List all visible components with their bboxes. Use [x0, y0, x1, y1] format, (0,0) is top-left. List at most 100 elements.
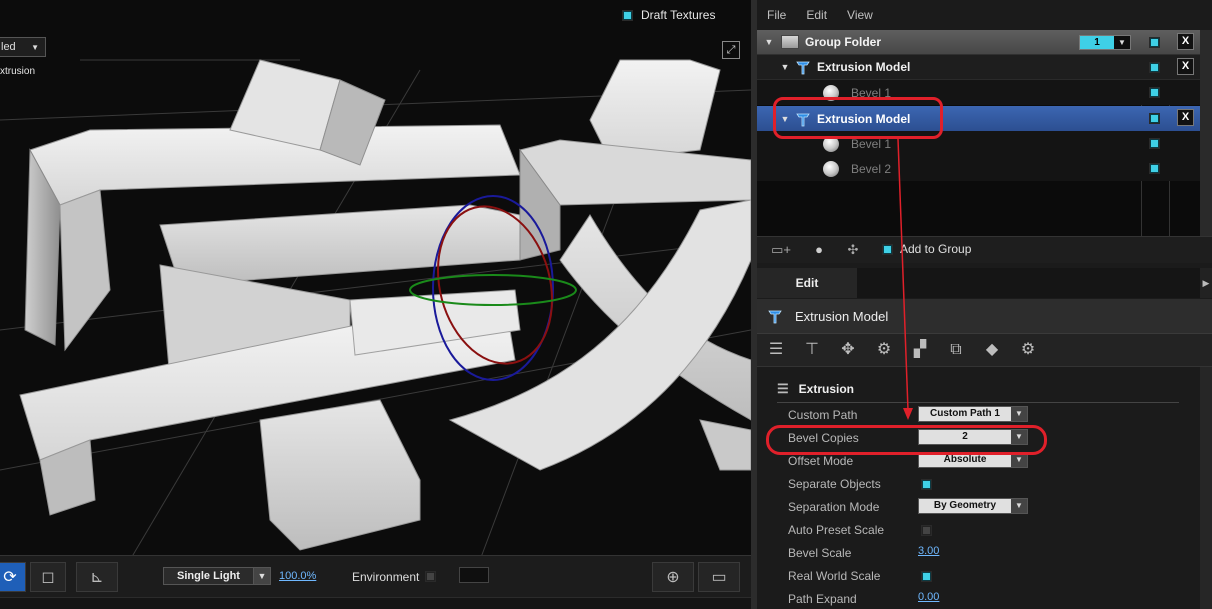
properties-scrollbar[interactable] [1200, 367, 1212, 609]
delete-button[interactable]: X [1177, 58, 1194, 75]
separation-mode-dropdown[interactable]: By Geometry ▼ [918, 498, 1028, 514]
properties-panel: ☰ Extrusion Custom Path Custom Path 1 ▼ … [757, 367, 1200, 609]
edit-tools-bar: ☰ ⊤ ✥ ⚙ ▞ ⧉ ◆ ⚙ [757, 334, 1212, 367]
chevron-down-icon: ▼ [1011, 499, 1027, 513]
new-folder-icon[interactable]: ▭+ [771, 241, 791, 259]
chevron-down-icon: ▼ [1011, 407, 1027, 421]
viewport-toolbar: ⟳ ◻ ⊾ Single Light ▼ 100.0% Environment … [0, 555, 751, 598]
add-to-group-checkbox[interactable] [882, 243, 893, 255]
rotate-icon[interactable]: ⟳ [0, 562, 26, 592]
add-to-group-label: Add to Group [900, 242, 972, 256]
tree-scrollbar[interactable] [1200, 30, 1212, 236]
move-icon[interactable]: ✥ [837, 340, 859, 360]
delete-button[interactable]: X [1177, 33, 1194, 50]
layer-number-dropdown[interactable]: 1 ▼ [1079, 35, 1131, 50]
expand-icon[interactable]: ▼ [779, 62, 791, 72]
chevron-down-icon: ▼ [1011, 453, 1027, 467]
chevron-right-icon[interactable]: ▶ [1200, 268, 1212, 298]
prop-path-expand: Path Expand 0.00 [788, 589, 1188, 609]
visibility-checkbox[interactable] [1149, 87, 1160, 98]
prop-real-world-scale: Real World Scale [788, 566, 1188, 586]
extrusion-section-header[interactable]: ☰ Extrusion [777, 381, 854, 397]
prop-custom-path: Custom Path Custom Path 1 ▼ [788, 405, 1188, 425]
lighting-dropdown[interactable]: Single Light ▼ [163, 567, 271, 585]
3d-viewport[interactable]: Draft Textures led ▼ xtrusion ⤢ ⟳ ◻ ⊾ Si… [0, 0, 751, 609]
bevel-sphere-icon [823, 160, 839, 177]
tree-row-label: Group Folder [805, 35, 881, 49]
tree-row-extrusion-model[interactable]: ▼ Extrusion Model X [757, 55, 1200, 80]
zoom-level[interactable]: 100.0% [279, 570, 316, 582]
expand-icon[interactable]: ▼ [763, 37, 775, 47]
visibility-checkbox[interactable] [1149, 62, 1160, 73]
object-name-label: xtrusion [0, 66, 36, 77]
frame-icon[interactable]: ◻ [30, 562, 66, 592]
monitor-icon[interactable]: ▭ [698, 562, 740, 592]
settings-icon[interactable]: ⚙ [1017, 340, 1039, 360]
tree-row-bevel[interactable]: Bevel 2 [757, 156, 1200, 181]
extrusion-icon: ☰ [777, 381, 789, 396]
section-divider [777, 402, 1179, 403]
scene-panel: File Edit View ▼ Group Folder 1 ▼ X ▼ Ex… [757, 0, 1212, 609]
menu-file[interactable]: File [757, 0, 796, 30]
dropdown-value: Custom Path 1 [929, 408, 1000, 419]
shader-icon[interactable]: ✣ [843, 241, 863, 259]
prop-separate-objects: Separate Objects [788, 474, 1188, 494]
extrusion-icon[interactable]: ☰ [765, 340, 787, 360]
extrusion-model-icon [768, 310, 782, 324]
environment-checkbox[interactable] [425, 571, 436, 582]
environment-color-swatch[interactable] [459, 567, 489, 583]
prop-label: Real World Scale [788, 569, 881, 583]
bevel-scale-value[interactable]: 3.00 [918, 545, 939, 557]
chevron-down-icon: ▼ [1118, 38, 1126, 47]
prop-separation-mode: Separation Mode By Geometry ▼ [788, 497, 1188, 517]
environment-label: Environment [352, 570, 420, 584]
tree-row-group-folder[interactable]: ▼ Group Folder 1 ▼ X [757, 30, 1200, 55]
edit-model-title: Extrusion Model [795, 308, 889, 324]
lighting-value: Single Light [177, 570, 240, 582]
separate-objects-checkbox[interactable] [921, 479, 932, 490]
menu-edit[interactable]: Edit [796, 0, 837, 30]
extrusion-model-icon [796, 61, 810, 75]
folder-icon [781, 35, 799, 49]
shading-mode-value: led [1, 41, 16, 53]
real-world-scale-checkbox[interactable] [921, 571, 932, 582]
custom-path-dropdown[interactable]: Custom Path 1 ▼ [918, 406, 1028, 422]
viewport-bottom-bar [0, 597, 751, 609]
menu-view[interactable]: View [837, 0, 883, 30]
tree-row-label: Bevel 2 [851, 161, 892, 176]
visibility-checkbox[interactable] [1149, 113, 1160, 124]
prop-label: Auto Preset Scale [788, 523, 885, 537]
chevron-down-icon: ▼ [31, 42, 39, 52]
tab-edit[interactable]: Edit [757, 268, 857, 298]
edit-tab-bar: Edit ▶ [757, 268, 1212, 298]
delete-button[interactable]: X [1177, 109, 1194, 126]
sphere-icon[interactable]: ● [809, 241, 829, 259]
target-icon[interactable]: ⊕ [652, 562, 694, 592]
chevron-down-icon: ▼ [253, 568, 270, 584]
shading-mode-dropdown[interactable]: led ▼ [0, 37, 46, 57]
bevel-icon[interactable]: ⊤ [801, 340, 823, 360]
gears-icon[interactable]: ⚙ [873, 340, 895, 360]
menu-bar: File Edit View [757, 0, 1212, 30]
auto-preset-scale-checkbox[interactable] [921, 525, 932, 536]
edit-model-header: Extrusion Model [757, 299, 1212, 334]
material-icon[interactable]: ▞ [909, 340, 931, 360]
tree-toolbar: ▭+ ● ✣ Add to Group [757, 236, 1212, 263]
visibility-checkbox[interactable] [1149, 37, 1160, 48]
draft-textures-toggle[interactable]: Draft Textures [622, 8, 715, 22]
draft-textures-checkbox[interactable] [622, 9, 633, 21]
axes-icon[interactable]: ⊾ [76, 562, 118, 592]
dropdown-value: By Geometry [933, 500, 997, 511]
path-expand-value[interactable]: 0.00 [918, 591, 939, 603]
prop-label: Separate Objects [788, 477, 881, 491]
annotation-highlight-bevel-copies [766, 425, 1047, 455]
maximize-icon[interactable]: ⤢ [722, 41, 740, 59]
visibility-checkbox[interactable] [1149, 163, 1160, 174]
prop-label: Path Expand [788, 592, 857, 606]
annotation-highlight-selected-model [773, 97, 943, 139]
copy-icon[interactable]: ⧉ [945, 340, 967, 360]
visibility-checkbox[interactable] [1149, 138, 1160, 149]
prop-label: Offset Mode [788, 454, 854, 468]
deform-icon[interactable]: ◆ [981, 340, 1003, 360]
add-to-group-toggle[interactable]: Add to Group [882, 242, 971, 256]
